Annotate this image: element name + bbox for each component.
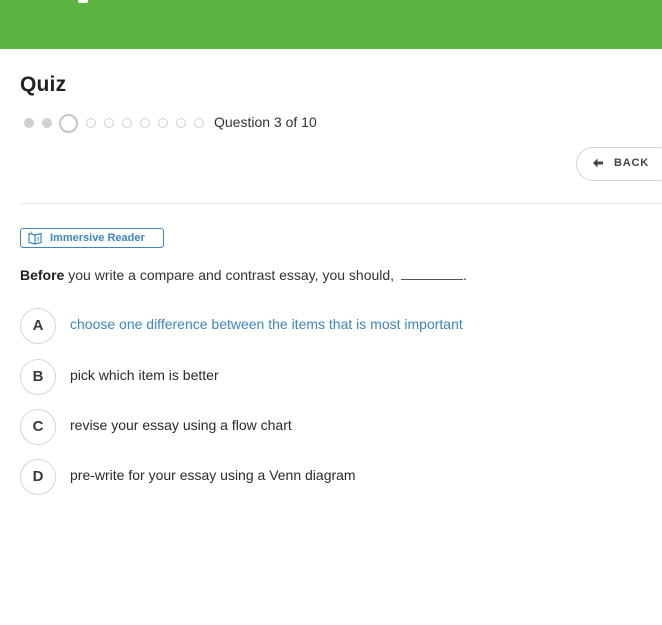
choice-letter: A (20, 308, 56, 344)
choice-letter: C (20, 409, 56, 445)
progress-dot-upcoming (158, 118, 168, 128)
progress-dot-completed (24, 118, 34, 128)
progress-dot-upcoming (140, 118, 150, 128)
choice-letter: D (20, 459, 56, 495)
answer-choice-c[interactable]: C revise your essay using a flow chart (20, 409, 620, 445)
progress-dot-upcoming (194, 118, 204, 128)
choice-text: pre-write for your essay using a Venn di… (70, 467, 356, 483)
choice-text: pick which item is better (70, 367, 219, 383)
back-button[interactable]: BACK (576, 147, 662, 181)
choice-text: choose one difference between the items … (70, 316, 463, 332)
choice-letter: B (20, 359, 56, 395)
progress-dot-upcoming (122, 118, 132, 128)
divider (20, 203, 662, 204)
question-lead: Before (20, 267, 65, 283)
immersive-reader-icon (28, 231, 42, 245)
answer-choice-b[interactable]: B pick which item is better (20, 359, 620, 395)
choice-text: revise your essay using a flow chart (70, 417, 292, 433)
page-title: Quiz (20, 73, 67, 96)
progress-label: Question 3 of 10 (214, 114, 317, 130)
top-banner (0, 0, 662, 49)
question-blank (400, 269, 463, 280)
answer-choice-d[interactable]: D pre-write for your essay using a Venn … (20, 459, 620, 495)
question-trailing: . (462, 267, 467, 283)
progress-dot-upcoming (176, 118, 186, 128)
question-text: Before you write a compare and contrast … (20, 267, 467, 283)
banner-logo-fragment (78, 0, 88, 3)
progress-dot-upcoming (86, 118, 96, 128)
answer-choice-a[interactable]: A choose one difference between the item… (20, 308, 620, 344)
progress-dot-upcoming (104, 118, 114, 128)
question-body: you write a compare and contrast essay, … (64, 267, 398, 283)
immersive-reader-button[interactable]: Immersive Reader (20, 228, 164, 248)
progress-dot-completed (42, 118, 52, 128)
immersive-reader-label: Immersive Reader (50, 232, 145, 244)
back-button-label: BACK (614, 157, 649, 169)
progress-dot-current (59, 114, 78, 133)
arrow-left-icon (593, 158, 603, 168)
